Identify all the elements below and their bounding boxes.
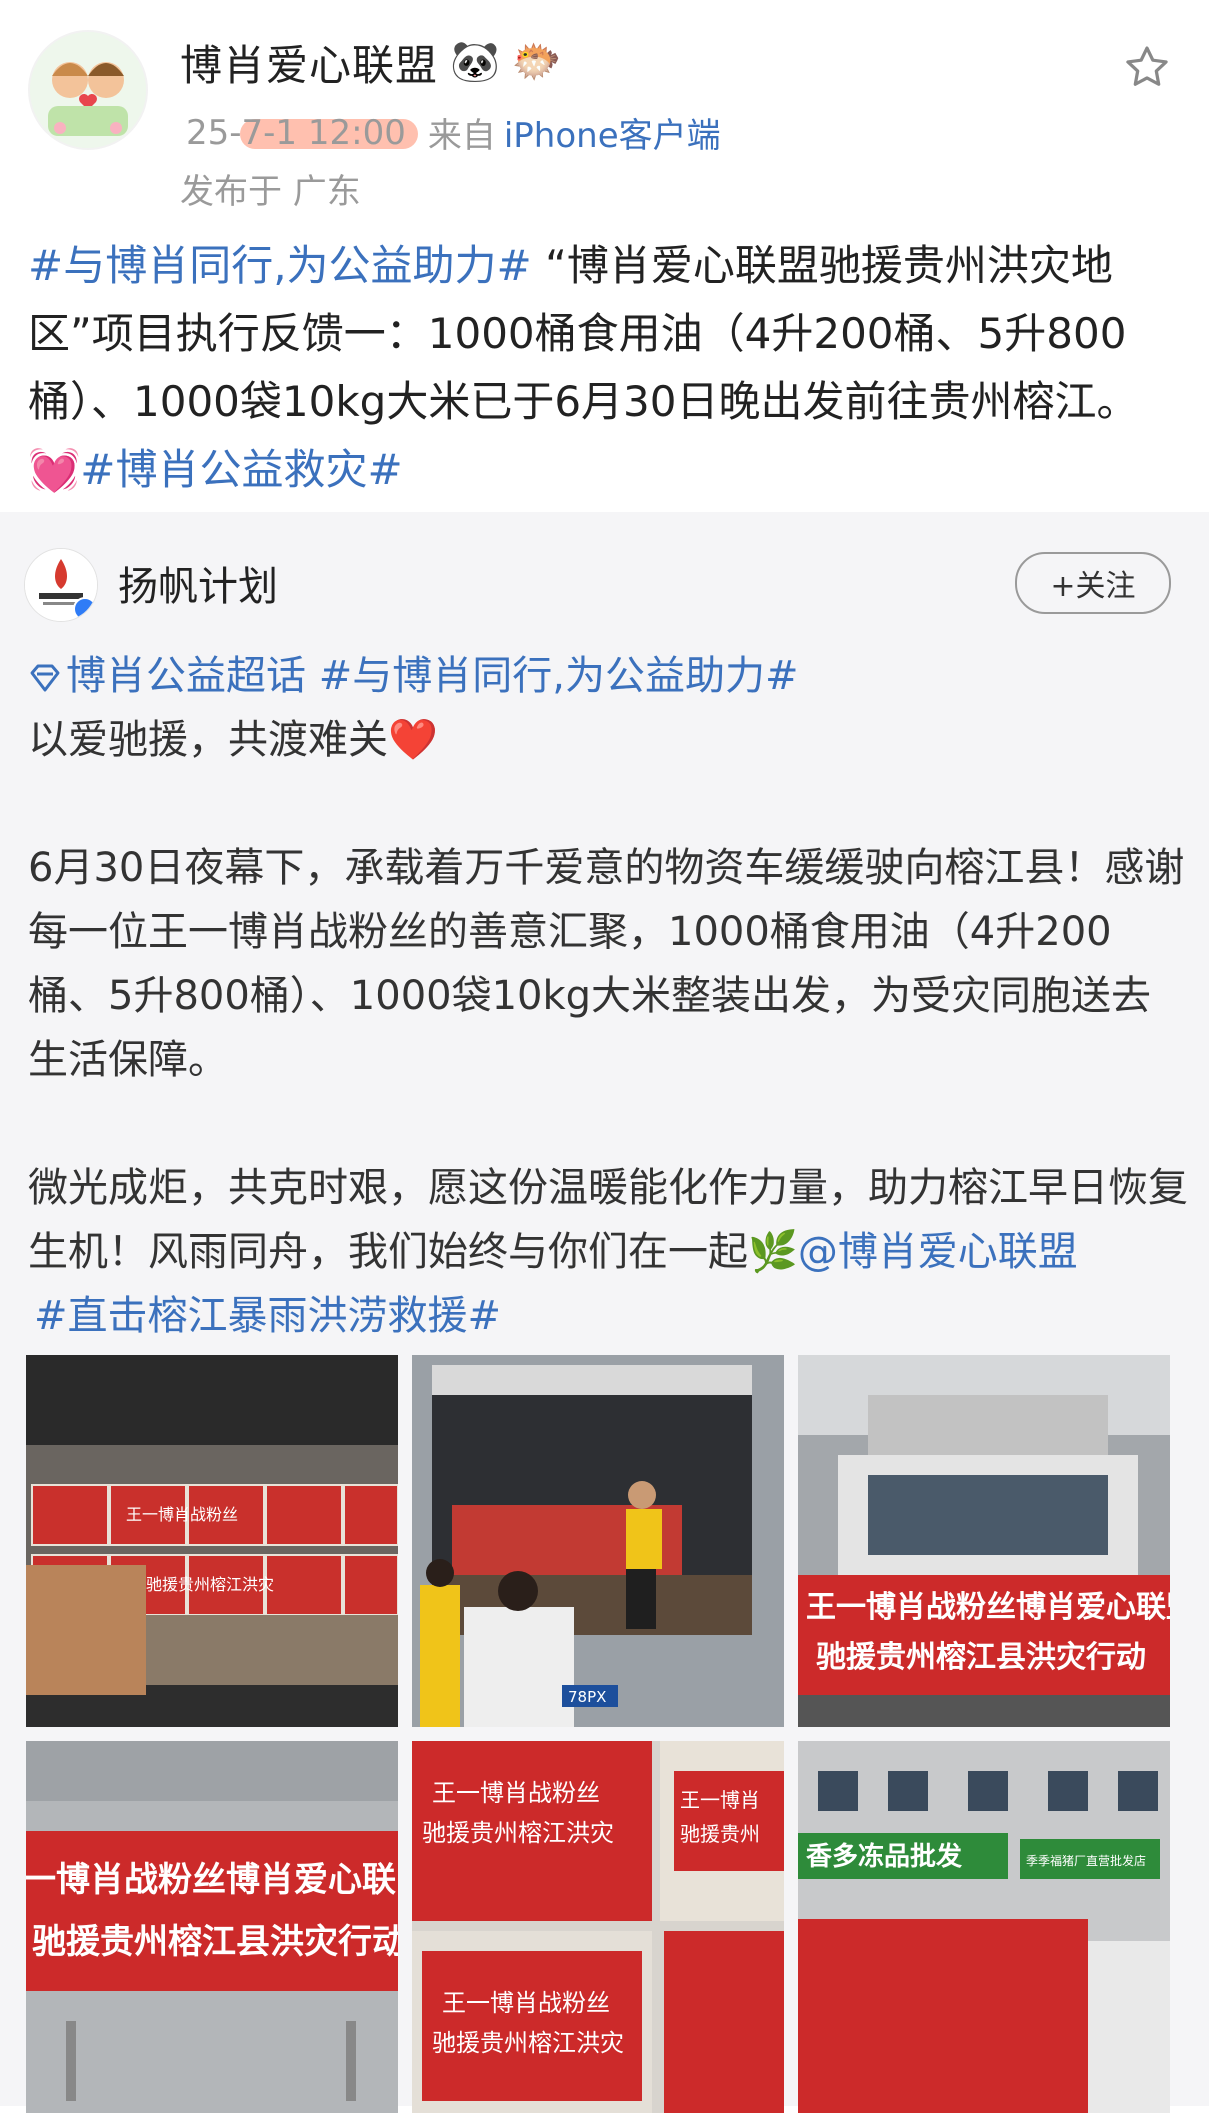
follow-button[interactable]: +关注 (1015, 552, 1171, 614)
repost-body: 博肖公益超话 #与博肖同行,为公益助力# 以爱驰援，共渡难关❤️ 6月30日夜幕… (28, 644, 1188, 1348)
topic-tag[interactable]: #博肖公益救灾# (80, 445, 402, 494)
super-topic-link[interactable]: 博肖公益超话 (66, 653, 306, 699)
post-header: 博肖爱心联盟 🐼 🐡 25-7-1 12:00 来自 iPhone客户端 发布于… (0, 0, 1209, 220)
repost-line: 以爱驰援，共渡难关❤️ (28, 717, 438, 763)
photo-thumbnail[interactable]: 78PX (412, 1355, 784, 1727)
reposted-card[interactable]: 扬帆计划 +关注 博肖公益超话 #与博肖同行,为公益助力# 以爱驰援，共渡难关❤… (0, 512, 1209, 2113)
author-name[interactable]: 博肖爱心联盟 (180, 32, 438, 93)
source-prefix: 来自 (427, 116, 496, 156)
repost-author-avatar[interactable] (24, 548, 98, 622)
photo-thumbnail[interactable]: 王一博肖战粉丝 驰援贵州榕江洪灾 (26, 1355, 398, 1727)
verified-badge-icon (73, 597, 97, 621)
red-heart-emoji: ❤️ (388, 717, 438, 763)
box-label: 王一博肖战粉丝 (126, 1505, 238, 1524)
bag-label: 驰援贵州榕江洪灾 (432, 2029, 624, 2057)
repost-topic-line: 博肖公益超话 #与博肖同行,为公益助力# (28, 644, 1188, 708)
mention-link[interactable]: @博肖爱心联盟 (798, 1229, 1078, 1275)
repost-paragraph: 微光成炬，共克时艰，愿这份温暖能化作力量，助力榕江早日恢复生机！风雨同舟，我们始… (28, 1165, 1188, 1275)
photo-thumbnail[interactable]: 香多冻品批发 季季福猪厂直营批发店 (798, 1741, 1170, 2113)
super-topic-icon (30, 664, 60, 692)
shop-sign: 香多冻品批发 (806, 1841, 962, 1872)
panda-emoji: 🐼 (450, 39, 500, 85)
photo-thumbnail[interactable]: 一博肖战粉丝博肖爱心联 驰援贵州榕江县洪灾行动 (26, 1741, 398, 2113)
post-meta: 25-7-1 12:00 来自 iPhone客户端 (180, 108, 721, 157)
license-plate: 78PX (568, 1688, 606, 1706)
topic-tag[interactable]: #与博肖同行,为公益助力# (306, 653, 799, 699)
post-body: #与博肖同行,为公益助力# “博肖爱心联盟驰援贵州洪灾地区”项目执行反馈一：10… (28, 232, 1178, 504)
author-name-row: 博肖爱心联盟 🐼 🐡 (180, 32, 562, 92)
repost-tag-line: #直击榕江暴雨洪涝救援# (28, 1284, 1188, 1348)
repost-author-name[interactable]: 扬帆计划 (118, 554, 278, 612)
banner-text: 一博肖战粉丝博肖爱心联 (26, 1860, 396, 1900)
post-location: 发布于 广东 (180, 172, 361, 212)
photo-thumbnail[interactable]: 王一博肖战粉丝博肖爱心联盟 驰援贵州榕江县洪灾行动 (798, 1355, 1170, 1727)
box-label: 驰援贵州榕江洪灾 (146, 1575, 274, 1594)
favorite-star-icon[interactable] (1121, 42, 1173, 94)
source-client[interactable]: iPhone客户端 (504, 108, 721, 157)
shop-sign: 季季福猪厂直营批发店 (1026, 1853, 1146, 1868)
post-time: 25-7-1 12:00 (180, 113, 418, 153)
author-avatar[interactable] (28, 30, 148, 150)
bag-label: 王一博肖战粉丝 (442, 1989, 610, 2017)
heart-emoji: 💓 (28, 445, 81, 494)
banner-text: 驰援贵州榕江县洪灾行动 (32, 1922, 398, 1962)
topic-tag[interactable]: #与博肖同行,为公益助力# (28, 241, 532, 290)
photo-thumbnail[interactable]: 王一博肖战粉丝 驰援贵州榕江洪灾 王一博肖 驰援贵州 王一博肖战粉丝 驰援贵州榕… (412, 1741, 784, 2113)
bag-label: 王一博肖 (680, 1788, 760, 1812)
bag-label: 驰援贵州 (680, 1822, 760, 1846)
bag-label: 驰援贵州榕江洪灾 (422, 1819, 614, 1847)
repost-paragraph: 6月30日夜幕下，承载着万千爱意的物资车缓缓驶向榕江县！感谢每一位王一博肖战粉丝… (28, 845, 1185, 1083)
puffer-fish-emoji: 🐡 (511, 39, 562, 85)
banner-text: 驰援贵州榕江县洪灾行动 (816, 1640, 1146, 1675)
banner-text: 王一博肖战粉丝博肖爱心联盟 (806, 1590, 1170, 1625)
bag-label: 王一博肖战粉丝 (432, 1779, 600, 1807)
topic-tag[interactable]: #直击榕江暴雨洪涝救援# (34, 1293, 501, 1339)
leaf-emoji: 🌿 (748, 1229, 798, 1275)
